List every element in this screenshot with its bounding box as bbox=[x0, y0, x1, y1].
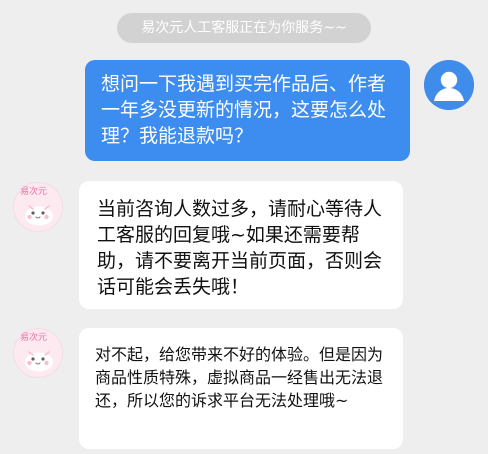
agent-message-text: 当前咨询人数过多，请耐心等待人工客服的回复哦~如果还需要帮助，请不要离开当前页面… bbox=[97, 198, 383, 298]
user-avatar bbox=[424, 60, 474, 110]
service-status-text: 易次元人工客服正在为你服务~~ bbox=[141, 20, 347, 36]
mascot-icon bbox=[25, 351, 53, 372]
agent-message-bubble: 当前咨询人数过多，请耐心等待人工客服的回复哦~如果还需要帮助，请不要离开当前页面… bbox=[79, 181, 403, 309]
agent-message-text: 对不起，给您带来不好的体验。但是因为商品性质特殊，虚拟商品一经售出无法退还，所以… bbox=[95, 345, 384, 410]
user-message-text: 想问一下我遇到买完作品后、作者一年多没更新的情况，这要怎么处理？我能退款吗？ bbox=[101, 73, 387, 147]
agent-avatar: 易次元 bbox=[13, 182, 63, 232]
service-status-chip: 易次元人工客服正在为你服务~~ bbox=[117, 13, 371, 43]
user-message-bubble: 想问一下我遇到买完作品后、作者一年多没更新的情况，这要怎么处理？我能退款吗？ bbox=[85, 60, 410, 161]
agent-avatar: 易次元 bbox=[13, 328, 63, 378]
user-icon bbox=[424, 60, 474, 110]
agent-message-bubble: 对不起，给您带来不好的体验。但是因为商品性质特殊，虚拟商品一经售出无法退还，所以… bbox=[79, 328, 403, 449]
mascot-icon bbox=[25, 205, 53, 226]
